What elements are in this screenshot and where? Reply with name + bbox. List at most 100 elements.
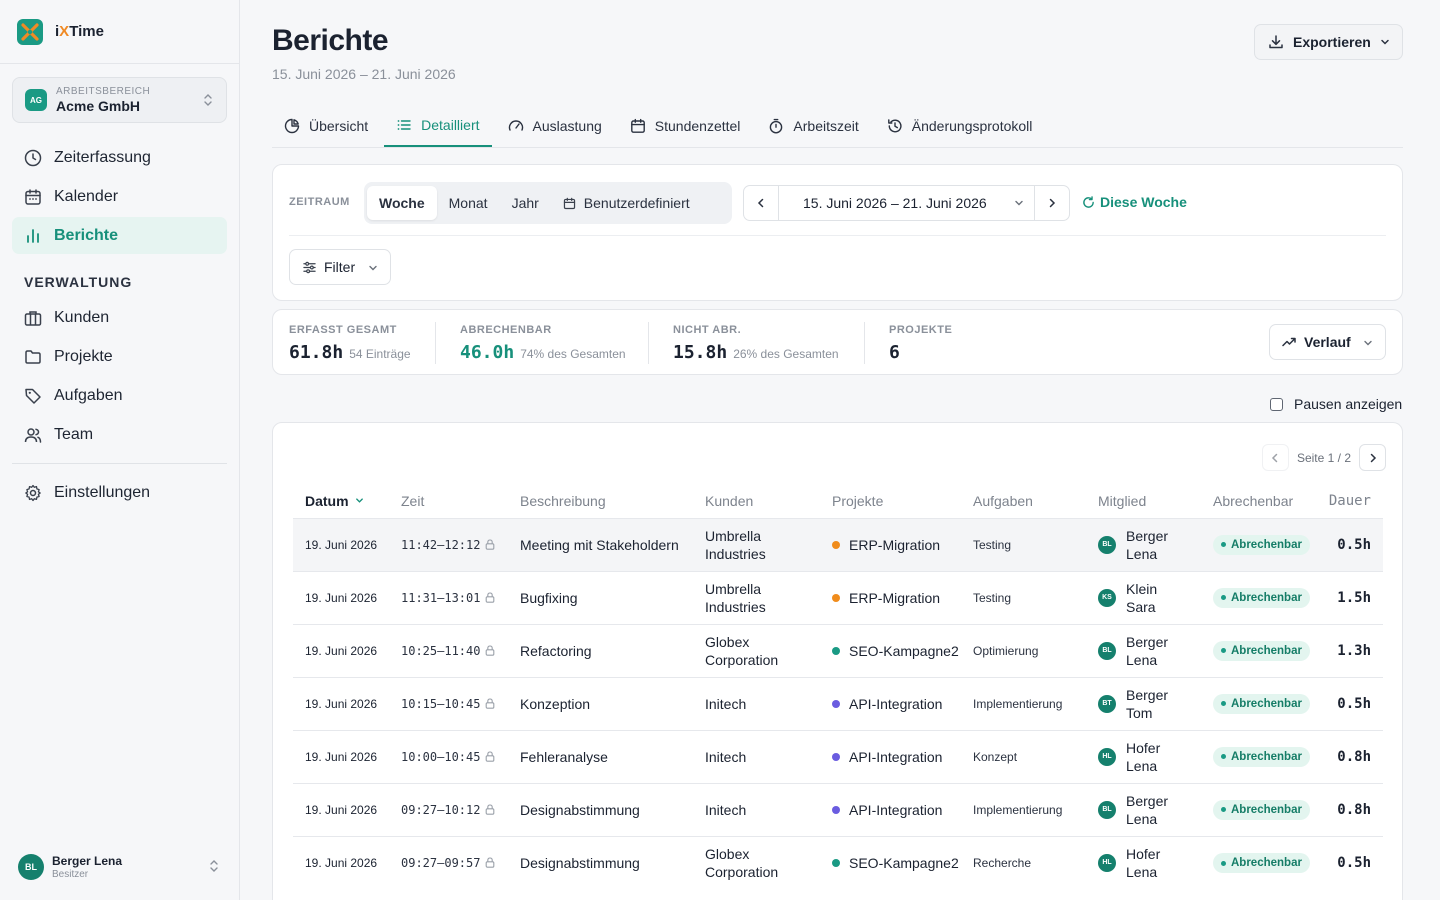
- nav-item-kunden[interactable]: Kunden: [12, 299, 227, 336]
- status-text: Abrechenbar: [1231, 857, 1302, 869]
- column-header-projekte[interactable]: Projekte: [820, 485, 961, 518]
- lock-icon: [486, 538, 495, 550]
- workspace-name: Acme GmbH: [56, 98, 141, 114]
- column-header-beschreibung[interactable]: Beschreibung: [508, 485, 693, 518]
- table-row[interactable]: 19. Juni 2026 10:15–10:45 Konzeption Ini…: [293, 676, 1383, 730]
- this-week-button[interactable]: Diese Woche: [1082, 194, 1187, 210]
- period-custom-button[interactable]: Benutzerdefiniert: [551, 186, 702, 220]
- stat-sub: 54 Einträge: [349, 347, 411, 361]
- date-text: 19. Juni 2026: [305, 643, 378, 658]
- brand[interactable]: iXTime: [0, 0, 239, 64]
- status-badge: Abrechenbar: [1213, 853, 1310, 873]
- export-button[interactable]: Exportieren: [1254, 24, 1403, 60]
- previous-period-button[interactable]: [744, 186, 778, 220]
- cell-member: KS Klein Sara: [1086, 570, 1201, 624]
- column-header-zeit[interactable]: Zeit: [389, 485, 508, 518]
- status-text: Abrechenbar: [1231, 591, 1302, 604]
- previous-page-button[interactable]: [1261, 444, 1289, 471]
- filter-card: ZEITRAUM Woche Monat Jahr Benutzerdefini…: [272, 164, 1403, 301]
- cell-date: 19. Juni 2026: [293, 782, 389, 836]
- cell-task: Optimierung: [961, 623, 1086, 677]
- description-text: Konzeption: [520, 695, 591, 712]
- nav-item-label: Aufgaben: [54, 386, 123, 404]
- briefcase-icon: [24, 310, 42, 326]
- table-row[interactable]: 19. Juni 2026 11:31–13:01 Bugfixing Umbr…: [293, 570, 1383, 624]
- column-header-dauer[interactable]: Dauer: [1315, 485, 1383, 518]
- task-text: Konzept: [973, 749, 1018, 764]
- member-name: Berger Lena: [1126, 527, 1169, 562]
- column-header-mitglied[interactable]: Mitglied: [1086, 485, 1201, 518]
- tab-aenderungsprotokoll[interactable]: Änderungsprotokoll: [875, 104, 1045, 147]
- cell-description: Designabstimmung: [508, 835, 693, 889]
- sliders-icon: [303, 261, 316, 273]
- nav-item-aufgaben[interactable]: Aufgaben: [12, 377, 227, 414]
- project-text: API-Integration: [849, 695, 943, 712]
- table-row[interactable]: 19. Juni 2026 09:27–09:57 Designabstimmu…: [293, 835, 1383, 889]
- stat-sub: 74% des Gesamten: [520, 347, 626, 361]
- member-name: Berger Lena: [1126, 792, 1169, 827]
- refresh-icon: [1083, 195, 1094, 208]
- nav-item-label: Team: [54, 425, 94, 443]
- history-icon: [887, 118, 902, 132]
- project-color-dot: [832, 752, 840, 761]
- stat-billable: ABRECHENBAR 46.0h 74% des Gesamten: [460, 310, 626, 374]
- duration-text: 0.5h: [1337, 536, 1371, 553]
- main-nav: Zeiterfassung Kalender Berichte: [12, 139, 227, 256]
- tab-detailliert[interactable]: Detailliert: [384, 104, 492, 147]
- trend-button[interactable]: Verlauf: [1269, 324, 1386, 360]
- client-text: Globex Corporation: [705, 633, 779, 668]
- column-header-aufgaben[interactable]: Aufgaben: [961, 485, 1086, 518]
- next-period-button[interactable]: [1035, 186, 1069, 220]
- pagination: Seite 1 / 2: [1261, 444, 1386, 471]
- show-breaks-checkbox[interactable]: [1270, 397, 1283, 411]
- tab-stundenzettel[interactable]: Stundenzettel: [618, 104, 753, 147]
- cell-date: 19. Juni 2026: [293, 729, 389, 783]
- cell-project: ERP-Migration: [820, 570, 961, 624]
- status-dot: [1221, 701, 1226, 707]
- stat-label: ABRECHENBAR: [460, 324, 552, 336]
- trend-label: Verlauf: [1304, 334, 1351, 350]
- nav-item-einstellungen[interactable]: Einstellungen: [12, 474, 227, 511]
- column-header-datum[interactable]: Datum: [293, 485, 389, 518]
- time-text: 09:27–09:57: [401, 855, 481, 870]
- date-range-picker[interactable]: 15. Juni 2026 – 21. Juni 2026: [778, 186, 1035, 220]
- stat-value: 6: [889, 342, 900, 363]
- period-year-button[interactable]: Jahr: [500, 186, 551, 220]
- next-page-button[interactable]: [1359, 444, 1386, 471]
- table-row[interactable]: 19. Juni 2026 09:27–10:12 Designabstimmu…: [293, 782, 1383, 836]
- cell-client: Initech: [693, 676, 820, 730]
- table-row[interactable]: 19. Juni 2026 10:25–11:40 Refactoring Gl…: [293, 623, 1383, 677]
- cell-description: Konzeption: [508, 676, 693, 730]
- list-icon: [397, 119, 411, 130]
- table-row[interactable]: 19. Juni 2026 10:00–10:45 Fehleranalyse …: [293, 729, 1383, 783]
- cell-member: HL Hofer Lena: [1086, 835, 1201, 889]
- workspace-label: ARBEITSBEREICH: [56, 86, 151, 97]
- tab-auslastung[interactable]: Auslastung: [496, 104, 614, 147]
- period-week-button[interactable]: Woche: [367, 186, 437, 220]
- user-menu[interactable]: BL Berger Lena Besitzer: [18, 852, 228, 882]
- calendar-icon: [25, 188, 41, 205]
- period-label: ZEITRAUM: [289, 196, 350, 208]
- sort-down-icon: [356, 498, 364, 504]
- period-month-button[interactable]: Monat: [437, 186, 500, 220]
- cell-billable: Abrechenbar: [1201, 517, 1315, 571]
- cell-date: 19. Juni 2026: [293, 517, 389, 571]
- nav-item-projekte[interactable]: Projekte: [12, 338, 227, 375]
- table-row[interactable]: 19. Juni 2026 11:42–12:12 Meeting mit St…: [293, 517, 1383, 571]
- column-header-kunden[interactable]: Kunden: [693, 485, 820, 518]
- show-breaks-toggle[interactable]: Pausen anzeigen: [1270, 396, 1402, 412]
- status-dot: [1221, 860, 1226, 866]
- nav-item-zeiterfassung[interactable]: Zeiterfassung: [12, 139, 227, 176]
- cell-member: BT Berger Tom: [1086, 676, 1201, 730]
- nav-item-berichte[interactable]: Berichte: [12, 217, 227, 254]
- nav-item-label: Berichte: [54, 226, 119, 244]
- column-header-abrechenbar[interactable]: Abrechenbar: [1201, 485, 1315, 518]
- nav-item-team[interactable]: Team: [12, 416, 227, 453]
- tab-arbeitszeit[interactable]: Arbeitszeit: [756, 104, 870, 147]
- nav-item-kalender[interactable]: Kalender: [12, 178, 227, 215]
- tab-uebersicht[interactable]: Übersicht: [272, 104, 380, 147]
- cell-date: 19. Juni 2026: [293, 835, 389, 889]
- cell-client: Globex Corporation: [693, 623, 820, 677]
- filter-button[interactable]: Filter: [289, 249, 391, 285]
- workspace-switcher[interactable]: AG ARBEITSBEREICH Acme GmbH: [12, 77, 227, 123]
